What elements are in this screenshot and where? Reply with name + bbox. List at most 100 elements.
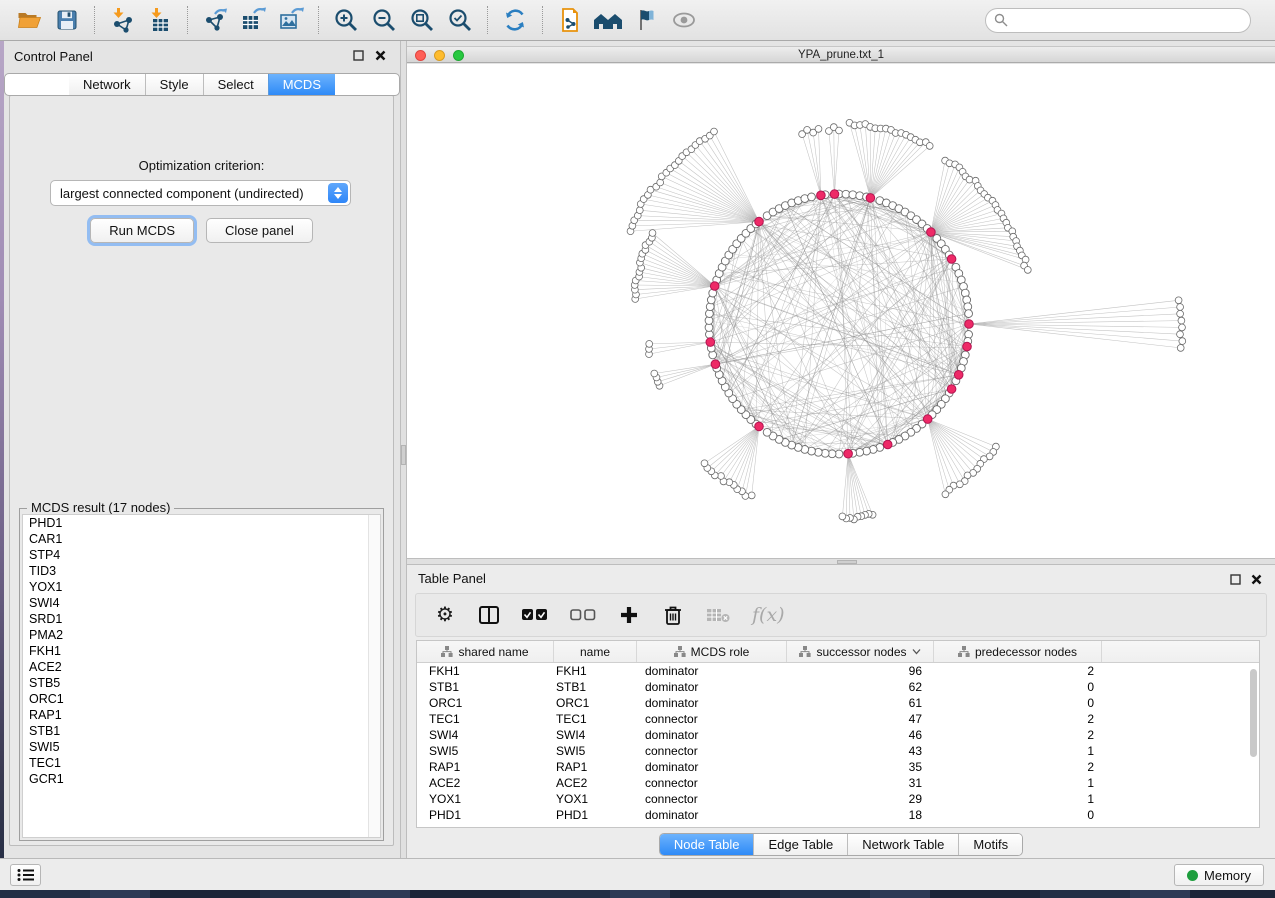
tab-style[interactable]: Style bbox=[145, 74, 203, 95]
cell-predecessor-nodes[interactable]: 2 bbox=[934, 727, 1102, 743]
save-session-button[interactable] bbox=[48, 4, 86, 36]
graph-node-mcds[interactable] bbox=[866, 194, 875, 203]
graph-node[interactable] bbox=[1175, 297, 1182, 304]
graph-node[interactable] bbox=[718, 473, 725, 480]
mcds-result-item[interactable]: FKH1 bbox=[23, 643, 380, 659]
mcds-result-item[interactable]: PHD1 bbox=[23, 515, 380, 531]
graph-node-mcds[interactable] bbox=[755, 422, 764, 431]
cell-shared-name[interactable]: ACE2 bbox=[417, 775, 554, 791]
mcds-result-item[interactable]: STP4 bbox=[23, 547, 380, 563]
graph-node[interactable] bbox=[1177, 310, 1184, 317]
graph-node[interactable] bbox=[1179, 324, 1186, 331]
graph-node[interactable] bbox=[651, 370, 658, 377]
graph-node[interactable] bbox=[748, 492, 755, 499]
table-settings-button[interactable]: ⚙ bbox=[434, 602, 456, 628]
graph-node-mcds[interactable] bbox=[817, 191, 826, 200]
cell-mcds-role[interactable]: dominator bbox=[637, 663, 787, 679]
cell-shared-name[interactable]: TEC1 bbox=[417, 711, 554, 727]
graph-node[interactable] bbox=[711, 128, 718, 135]
graph-node-mcds[interactable] bbox=[710, 282, 719, 291]
cell-mcds-role[interactable]: dominator bbox=[637, 727, 787, 743]
close-panel-button[interactable]: Close panel bbox=[206, 218, 313, 243]
graph-node[interactable] bbox=[1177, 304, 1184, 311]
cell-name[interactable]: RAP1 bbox=[554, 759, 637, 775]
close-panel-icon[interactable] bbox=[373, 48, 388, 63]
splitter-grip[interactable] bbox=[837, 560, 857, 564]
cell-successor-nodes[interactable]: 35 bbox=[787, 759, 934, 775]
cell-successor-nodes[interactable]: 62 bbox=[787, 679, 934, 695]
mcds-result-item[interactable]: CAR1 bbox=[23, 531, 380, 547]
column-header-name[interactable]: name bbox=[554, 641, 637, 662]
cell-name[interactable]: PHD1 bbox=[554, 807, 637, 823]
graph-node-mcds[interactable] bbox=[947, 255, 956, 264]
mcds-result-item[interactable]: RAP1 bbox=[23, 707, 380, 723]
column-header-successor-nodes[interactable]: successor nodes bbox=[787, 641, 934, 662]
graph-node[interactable] bbox=[646, 341, 653, 348]
graph-node-mcds[interactable] bbox=[844, 449, 853, 458]
vertical-splitter[interactable] bbox=[400, 41, 407, 858]
cell-name[interactable]: FKH1 bbox=[554, 663, 637, 679]
tab-motifs[interactable]: Motifs bbox=[958, 834, 1022, 855]
cell-name[interactable]: ORC1 bbox=[554, 695, 637, 711]
graph-node-mcds[interactable] bbox=[965, 320, 974, 329]
table-row[interactable]: PHD1PHD1dominator180 bbox=[417, 807, 1259, 823]
memory-button[interactable]: Memory bbox=[1174, 864, 1264, 886]
graph-node[interactable] bbox=[636, 207, 643, 214]
mcds-result-item[interactable]: TID3 bbox=[23, 563, 380, 579]
cell-shared-name[interactable]: SWI5 bbox=[417, 743, 554, 759]
cell-successor-nodes[interactable]: 43 bbox=[787, 743, 934, 759]
cell-successor-nodes[interactable]: 18 bbox=[787, 807, 934, 823]
cell-name[interactable]: ACE2 bbox=[554, 775, 637, 791]
zoom-fit-button[interactable] bbox=[403, 4, 441, 36]
tab-network-table[interactable]: Network Table bbox=[847, 834, 958, 855]
graph-node-mcds[interactable] bbox=[706, 338, 715, 347]
table-row[interactable]: STB1STB1dominator620 bbox=[417, 679, 1259, 695]
cell-name[interactable]: STB1 bbox=[554, 679, 637, 695]
mcds-result-item[interactable]: STB1 bbox=[23, 723, 380, 739]
zoom-out-button[interactable] bbox=[365, 4, 403, 36]
cell-shared-name[interactable]: ORC1 bbox=[417, 695, 554, 711]
table-scrollbar-thumb[interactable] bbox=[1250, 669, 1257, 757]
cell-mcds-role[interactable]: dominator bbox=[637, 679, 787, 695]
mcds-result-item[interactable]: TEC1 bbox=[23, 755, 380, 771]
cell-mcds-role[interactable]: dominator bbox=[637, 695, 787, 711]
mcds-list-scrollbar[interactable] bbox=[368, 515, 380, 837]
cell-predecessor-nodes[interactable]: 0 bbox=[934, 695, 1102, 711]
network-graph[interactable] bbox=[407, 64, 1275, 558]
cell-name[interactable]: SWI4 bbox=[554, 727, 637, 743]
open-file-button[interactable] bbox=[10, 4, 48, 36]
table-row[interactable]: YOX1YOX1connector291 bbox=[417, 791, 1259, 807]
cell-name[interactable]: TEC1 bbox=[554, 711, 637, 727]
zoom-in-button[interactable] bbox=[327, 4, 365, 36]
export-image-button[interactable] bbox=[272, 4, 310, 36]
zoom-selected-button[interactable] bbox=[441, 4, 479, 36]
network-window-titlebar[interactable]: YPA_prune.txt_1 bbox=[407, 46, 1275, 63]
table-row[interactable]: RAP1RAP1dominator352 bbox=[417, 759, 1259, 775]
graph-node[interactable] bbox=[1177, 331, 1184, 338]
new-network-from-selection-button[interactable] bbox=[551, 4, 589, 36]
cell-successor-nodes[interactable]: 46 bbox=[787, 727, 934, 743]
cell-successor-nodes[interactable]: 47 bbox=[787, 711, 934, 727]
cell-mcds-role[interactable]: connector bbox=[637, 743, 787, 759]
table-row[interactable]: SWI4SWI4dominator462 bbox=[417, 727, 1259, 743]
mcds-result-item[interactable]: STB5 bbox=[23, 675, 380, 691]
show-hide-disabled-button[interactable] bbox=[665, 4, 703, 36]
export-table-button[interactable] bbox=[234, 4, 272, 36]
graph-node-mcds[interactable] bbox=[927, 228, 936, 237]
cell-name[interactable]: SWI5 bbox=[554, 743, 637, 759]
cell-mcds-role[interactable]: dominator bbox=[637, 807, 787, 823]
first-neighbors-button[interactable] bbox=[589, 4, 627, 36]
cell-successor-nodes[interactable]: 61 bbox=[787, 695, 934, 711]
table-row[interactable]: SWI5SWI5connector431 bbox=[417, 743, 1259, 759]
mcds-result-item[interactable]: YOX1 bbox=[23, 579, 380, 595]
close-table-panel-icon[interactable] bbox=[1249, 572, 1264, 587]
mcds-result-item[interactable]: SWI5 bbox=[23, 739, 380, 755]
graph-node-mcds[interactable] bbox=[830, 190, 839, 199]
float-panel-icon[interactable] bbox=[351, 48, 366, 63]
graphics-details-toggle-button[interactable] bbox=[627, 4, 665, 36]
graph-node[interactable] bbox=[1178, 317, 1185, 324]
cell-shared-name[interactable]: PHD1 bbox=[417, 807, 554, 823]
mcds-result-item[interactable]: ORC1 bbox=[23, 691, 380, 707]
tab-select[interactable]: Select bbox=[203, 74, 268, 95]
mcds-result-item[interactable]: SWI4 bbox=[23, 595, 380, 611]
